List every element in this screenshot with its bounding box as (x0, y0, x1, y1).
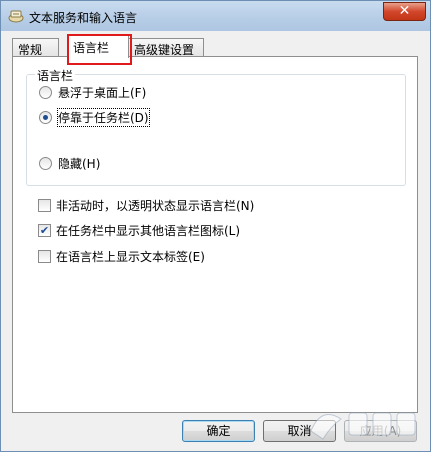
tab-panel: 语言栏 悬浮于桌面上(F) 停靠于任务栏(D) 隐藏(H) 非活动时，以透明状态… (12, 56, 418, 413)
window-title: 文本服务和输入语言 (29, 11, 138, 25)
radio-hidden[interactable]: 隐藏(H) (39, 154, 100, 172)
watermark-logo-icon (310, 412, 416, 440)
highlight-box (67, 34, 132, 65)
close-button[interactable]: ✕ (383, 2, 426, 21)
keyboard-globe-icon (8, 10, 24, 23)
radio-label: 隐藏(H) (58, 156, 101, 171)
checkbox[interactable] (38, 198, 51, 212)
close-icon: ✕ (398, 3, 411, 19)
radio-label: 停靠于任务栏(D) (57, 107, 150, 127)
checkbox[interactable] (38, 249, 51, 263)
radio-float-on-desktop[interactable]: 悬浮于桌面上(F) (39, 83, 146, 101)
groupbox-title: 语言栏 (35, 67, 76, 84)
radio-button-selected[interactable] (39, 110, 52, 124)
dialog-client-area: 常规 语言栏 高级键设置 语言栏 悬浮于桌面上(F) 停靠于任务栏(D) 隐藏(… (7, 31, 424, 446)
checkbox-show-text-labels[interactable]: 在语言栏上显示文本标签(E) (38, 247, 205, 265)
checkbox-checked[interactable]: ✔ (38, 223, 51, 237)
checkbox-label: 非活动时，以透明状态显示语言栏(N) (56, 198, 255, 213)
language-bar-groupbox: 语言栏 悬浮于桌面上(F) 停靠于任务栏(D) 隐藏(H) (26, 67, 406, 186)
checkbox-label: 在任务栏中显示其他语言栏图标(L) (56, 223, 241, 238)
checkbox-label: 在语言栏上显示文本标签(E) (56, 249, 205, 264)
radio-dock-in-taskbar[interactable]: 停靠于任务栏(D) (39, 107, 150, 127)
radio-button[interactable] (39, 85, 52, 99)
tab-general[interactable]: 常规 (12, 38, 59, 57)
checkbox-transparent-when-inactive[interactable]: 非活动时，以透明状态显示语言栏(N) (38, 196, 254, 214)
dialog-window: 文本服务和输入语言 ✕ 常规 语言栏 高级键设置 语言栏 悬浮于桌面上(F) 停… (0, 0, 431, 452)
radio-label: 悬浮于桌面上(F) (58, 85, 147, 100)
ok-button[interactable]: 确定 (182, 420, 255, 442)
checkbox-show-additional-icons[interactable]: ✔ 在任务栏中显示其他语言栏图标(L) (38, 221, 240, 239)
title-bar[interactable]: 文本服务和输入语言 ✕ (1, 1, 430, 31)
tab-advanced-key-settings[interactable]: 高级键设置 (128, 38, 204, 57)
radio-button[interactable] (39, 156, 52, 170)
